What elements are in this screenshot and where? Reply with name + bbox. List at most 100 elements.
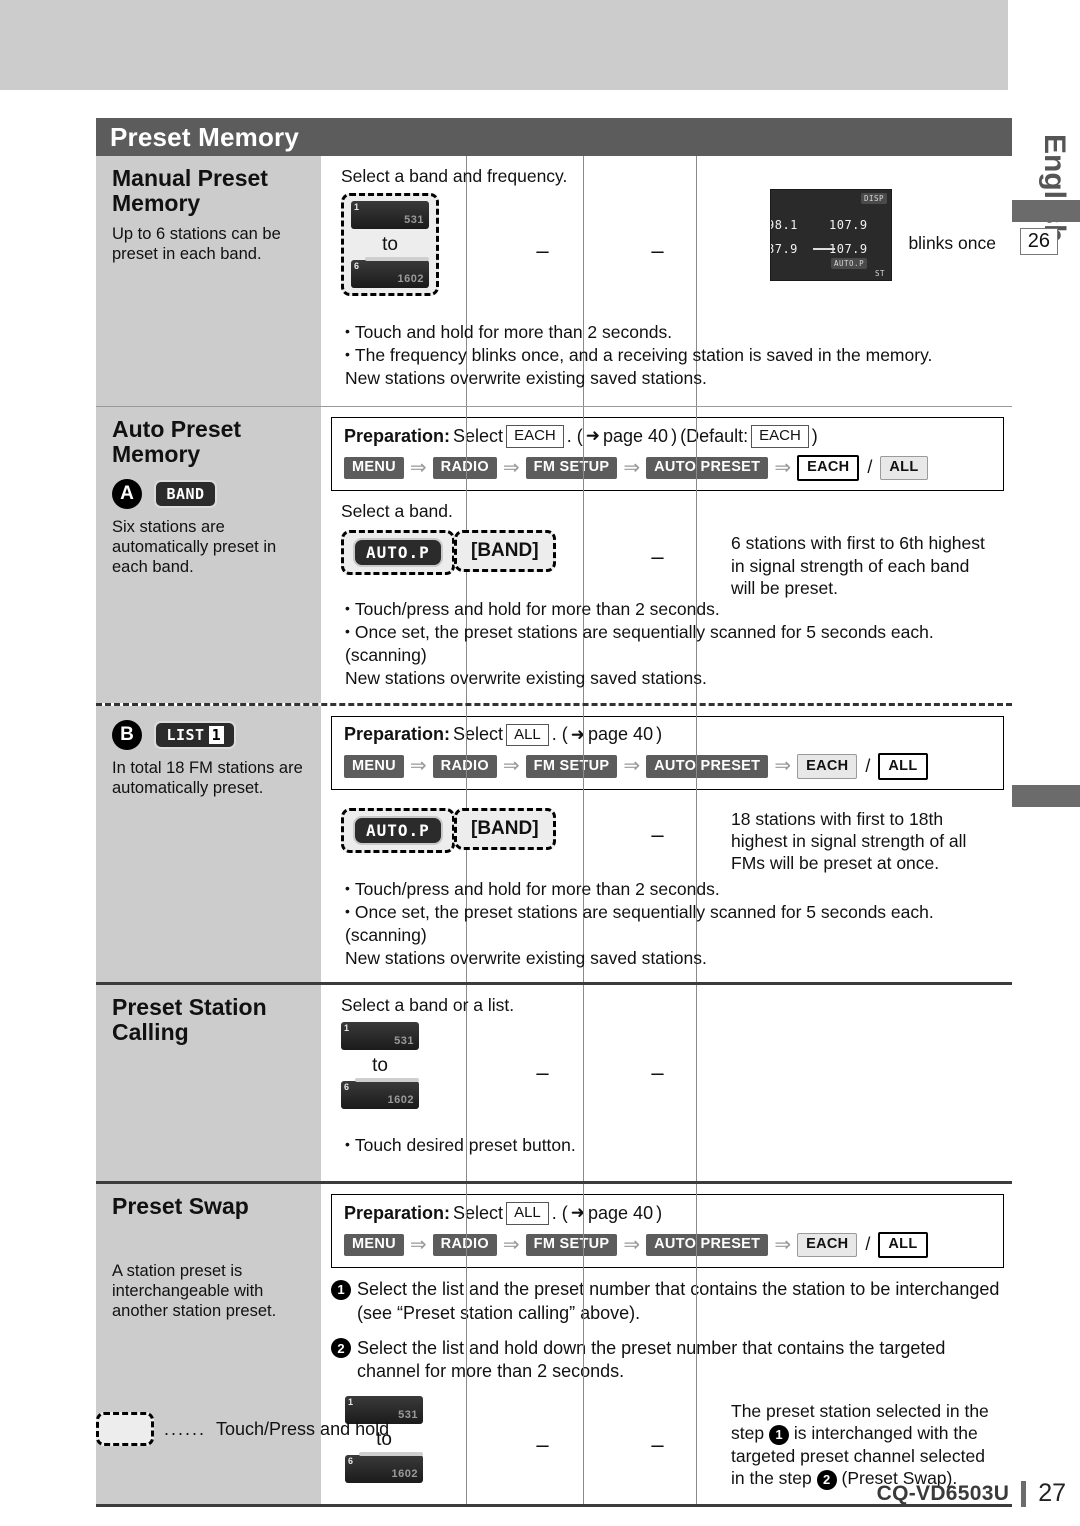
manual-preset-bullets: Touch and hold for more than 2 seconds. … [345, 321, 1002, 390]
manual-preset-touch-group[interactable]: 1 531 to 6 1602 [341, 193, 439, 296]
key-separator-swap: / [865, 1234, 871, 1255]
legend-dots: ...... [164, 1418, 207, 1439]
prep-label-a: Preparation: [344, 425, 451, 446]
preset-swap-button-6-frequency: 1602 [391, 1467, 418, 1480]
side-tab-marker-2 [1008, 785, 1080, 807]
preset-button-6-number: 6 [354, 261, 360, 271]
arrow-icon-s3: ⇒ [623, 1233, 641, 1256]
preparation-line-1-swap: Preparation: Select ALL . ( ➜ page 40 ) [344, 1202, 993, 1225]
prep-default-value: EACH [751, 425, 809, 448]
preset-calling-body: Select a band or a list. 1 531 to 6 1602 [321, 985, 1012, 1182]
key-all-selected-swap[interactable]: ALL [878, 1231, 928, 1259]
row-auto-preset-memory: Auto Preset Memory A BAND Six stations a… [96, 407, 1012, 703]
auto-p-touch-box-a[interactable]: AUTO.P [341, 530, 455, 576]
page-arrow-icon-b: ➜ [570, 724, 586, 744]
auto-preset-bullets-a: Touch/press and hold for more than 2 sec… [345, 598, 1002, 690]
key-each-swap[interactable]: EACH [797, 1232, 858, 1258]
key-radio-swap[interactable]: RADIO [432, 1233, 497, 1257]
key-separator-b: / [865, 755, 871, 776]
key-all-selected-b[interactable]: ALL [878, 753, 928, 780]
page-title: Preset Memory [110, 121, 300, 152]
key-radio-a[interactable]: RADIO [432, 456, 497, 480]
preparation-line-1-b: Preparation: Select ALL . ( ➜ page 40 ) [344, 723, 993, 747]
row-manual-preset-memory: Manual Preset Memory Up to 6 stations ca… [96, 156, 1012, 406]
manual-preset-body: Select a band and frequency. 1 531 to 6 … [321, 156, 1012, 406]
preset-calling-bullet-1: Touch desired preset button. [345, 1134, 1002, 1157]
preset-swap-button-6[interactable]: 6 1602 [345, 1451, 423, 1483]
prep-close-a: ) [671, 425, 678, 446]
prep-close-swap: ) [656, 1202, 663, 1223]
band-press-box-a[interactable]: [BAND] [454, 530, 556, 573]
key-fm-setup-a[interactable]: FM SETUP [525, 456, 618, 480]
key-radio-b[interactable]: RADIO [432, 755, 497, 778]
manual-preset-bullet-1: Touch and hold for more than 2 seconds. [345, 321, 1002, 344]
key-auto-preset-swap[interactable]: AUTO PRESET [646, 1233, 769, 1257]
preset-swap-button-1-number: 1 [348, 1396, 354, 1407]
display-freq-left-top: 98.1 [770, 218, 798, 232]
auto-p-button-a[interactable]: AUTO.P [353, 538, 443, 568]
preparation-panel-all-swap: Preparation: Select ALL . ( ➜ page 40 ) … [331, 1194, 1004, 1269]
auto-preset-inner: Select a band. AUTO.P [BAND] – 6 station… [321, 497, 1012, 702]
preset-calling-inner: Select a band or a list. 1 531 to 6 1602 [321, 985, 1012, 1169]
display-freq-left-bottom: 87.9 [770, 242, 798, 256]
auto-p-button-b[interactable]: AUTO.P [353, 815, 443, 845]
arrow-icon-b2: ⇒ [502, 755, 520, 778]
row-preset-station-calling: Preset Station Calling Select a band or … [96, 985, 1012, 1182]
key-all-a[interactable]: ALL [880, 455, 928, 481]
preparation-path-swap: MENU ⇒ RADIO ⇒ FM SETUP ⇒ AUTO PRESET ⇒ … [344, 1231, 993, 1259]
key-fm-setup-b[interactable]: FM SETUP [525, 755, 618, 778]
preset-calling-button-group[interactable]: 1 531 to 6 1602 [341, 1022, 419, 1110]
manual-preset-title: Manual Preset Memory [112, 165, 268, 216]
key-menu-b[interactable]: MENU [344, 755, 404, 778]
preset-calling-button-6-frequency: 1602 [387, 1094, 414, 1107]
result-step-2-icon: 2 [816, 1469, 837, 1490]
preset-button-1[interactable]: 1 531 [351, 201, 429, 229]
prep-punct-swap: . ( [551, 1202, 568, 1223]
key-auto-preset-b[interactable]: AUTO PRESET [646, 755, 769, 778]
auto-p-touch-box-b[interactable]: AUTO.P [341, 807, 455, 853]
auto-preset-dash-a: – [651, 544, 664, 570]
preset-swap-left: Preset Swap A station preset is intercha… [96, 1184, 321, 1504]
prep-value-all-b: ALL [506, 723, 549, 747]
manual-preset-bullet-2: The frequency blinks once, and a receivi… [345, 344, 1002, 367]
arrow-icon-b3: ⇒ [623, 755, 641, 778]
auto-preset-title: Auto Preset Memory [112, 416, 242, 467]
auto-preset-bullet-b1: Touch/press and hold for more than 2 sec… [345, 878, 1002, 901]
preset-swap-dash-1: – [536, 1431, 549, 1457]
key-each-selected[interactable]: EACH [797, 454, 860, 482]
manual-preset-dash-2: – [651, 238, 664, 263]
band-button-a[interactable]: [BAND] [471, 540, 539, 562]
key-auto-preset-a[interactable]: AUTO PRESET [646, 456, 769, 480]
preset-calling-button-1[interactable]: 1 531 [341, 1022, 419, 1051]
auto-preset-badge-row: A BAND [112, 478, 307, 509]
manual-preset-lead: Select a band and frequency. [341, 166, 568, 186]
preset-calling-button-6[interactable]: 6 1602 [341, 1078, 419, 1110]
arrow-icon-s2: ⇒ [502, 1233, 520, 1256]
preparation-panel-all-b: Preparation: Select ALL . ( ➜ page 40 ) … [331, 715, 1004, 790]
band-press-box-b[interactable]: [BAND] [454, 807, 556, 850]
auto-preset-bullet-a1: Touch/press and hold for more than 2 sec… [345, 598, 1002, 621]
step-number-1-icon: 1 [331, 1279, 351, 1300]
manual-preset-dash-1: – [536, 238, 549, 263]
arrow-icon-a2: ⇒ [502, 456, 520, 479]
arrow-icon-a4: ⇒ [774, 456, 792, 479]
preset-swap-step-1-number-wrap: 1 [331, 1278, 357, 1325]
preset-button-1-frequency: 531 [404, 214, 424, 226]
key-fm-setup-swap[interactable]: FM SETUP [525, 1233, 618, 1257]
key-separator-a: / [867, 457, 873, 478]
page-arrow-icon-a: ➜ [585, 426, 600, 446]
key-menu-a[interactable]: MENU [344, 456, 404, 480]
auto-preset-all-inner: AUTO.P [BAND] – 18 stations with first t… [321, 796, 1012, 982]
top-gray-band [0, 0, 1008, 90]
manual-preset-to-label: to [382, 234, 398, 255]
disp-label: DISP [860, 193, 887, 204]
key-menu-swap[interactable]: MENU [344, 1233, 404, 1257]
preset-button-6[interactable]: 6 1602 [351, 257, 429, 288]
key-each-b[interactable]: EACH [797, 754, 858, 779]
band-chip-label: BAND [166, 484, 205, 503]
band-button-b[interactable]: [BAND] [471, 818, 539, 840]
model-number: CQ-VD6503U [876, 1481, 1010, 1505]
auto-preset-bullet-b2: Once set, the preset stations are sequen… [345, 901, 1002, 947]
auto-preset-desc: Six stations are automatically preset in… [112, 517, 277, 576]
auto-preset-left: Auto Preset Memory A BAND Six stations a… [96, 407, 321, 703]
